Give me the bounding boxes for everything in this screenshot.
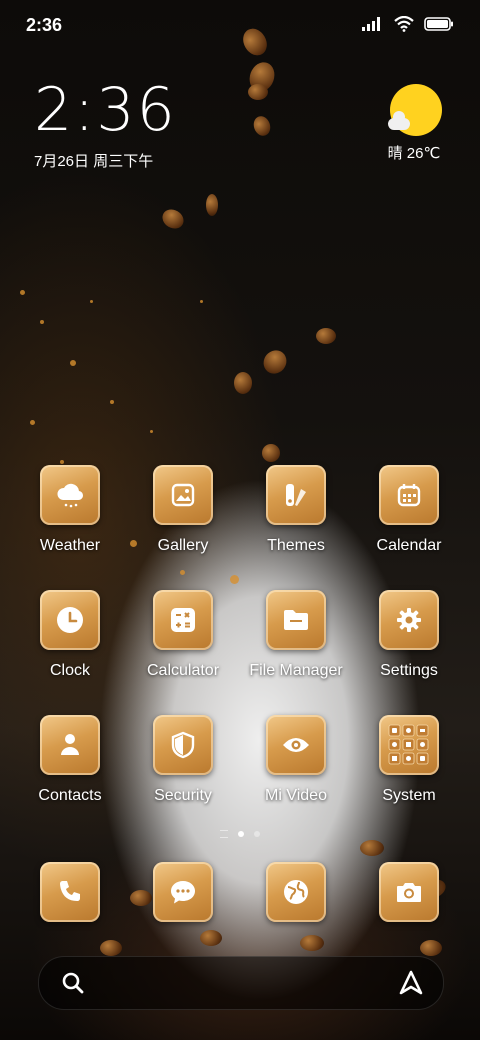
clock-widget[interactable]: 2:36 7月26日 周三下午 <box>34 78 177 171</box>
status-bar: 2:36 <box>0 0 480 50</box>
dock-camera[interactable] <box>354 862 464 922</box>
weather-widget[interactable]: 晴 26℃ <box>382 84 446 163</box>
page-dot-active <box>238 831 244 837</box>
menu-icon <box>220 830 228 838</box>
page-indicator[interactable] <box>0 830 480 838</box>
app-label: Calendar <box>376 537 442 554</box>
calculator-icon <box>153 590 213 650</box>
phone-icon <box>40 862 100 922</box>
app-system-folder[interactable]: System <box>354 715 464 805</box>
app-label: System <box>382 787 436 804</box>
app-label: Clock <box>49 662 90 679</box>
search-bar[interactable] <box>38 956 444 1010</box>
wifi-icon <box>394 16 414 32</box>
app-clock[interactable]: Clock <box>15 590 125 680</box>
contacts-icon <box>40 715 100 775</box>
app-themes[interactable]: Themes <box>241 465 351 555</box>
shield-icon <box>153 715 213 775</box>
dock-browser[interactable] <box>241 862 351 922</box>
app-label: File Manager <box>249 662 343 679</box>
folder-grid-icon <box>379 715 439 775</box>
app-label: Themes <box>267 537 325 554</box>
app-gallery[interactable]: Gallery <box>128 465 238 555</box>
weather-icon <box>40 465 100 525</box>
clock-icon <box>40 590 100 650</box>
app-label: Calculator <box>146 662 220 679</box>
folder-icon <box>266 590 326 650</box>
status-icons <box>362 16 454 32</box>
search-icon[interactable] <box>61 971 85 995</box>
gallery-icon <box>153 465 213 525</box>
app-label: Mi Video <box>265 787 327 804</box>
app-settings[interactable]: Settings <box>354 590 464 680</box>
themes-icon <box>266 465 326 525</box>
app-label: Settings <box>380 662 438 679</box>
globe-icon <box>266 862 326 922</box>
app-label: Contacts <box>38 787 102 804</box>
eye-icon <box>266 715 326 775</box>
calendar-icon <box>379 465 439 525</box>
status-time: 2:36 <box>26 15 63 35</box>
app-label: Gallery <box>157 537 209 554</box>
app-calculator[interactable]: Calculator <box>128 590 238 680</box>
app-weather[interactable]: Weather <box>15 465 125 555</box>
app-mi-video[interactable]: Mi Video <box>241 715 351 805</box>
app-label: Security <box>154 787 212 804</box>
camera-icon <box>379 862 439 922</box>
dock-messages[interactable] <box>128 862 238 922</box>
app-contacts[interactable]: Contacts <box>15 715 125 805</box>
battery-icon <box>424 17 453 31</box>
app-calendar[interactable]: Calendar <box>354 465 464 555</box>
app-label: Weather <box>39 537 101 554</box>
page-dot <box>254 831 260 837</box>
sunny-cloud-icon <box>388 84 442 136</box>
widget-time: 2:36 <box>34 75 177 145</box>
app-security[interactable]: Security <box>128 715 238 805</box>
weather-text: 晴 26℃ <box>387 145 441 162</box>
message-icon <box>153 862 213 922</box>
app-file-manager[interactable]: File Manager <box>241 590 351 680</box>
signal-icon <box>362 17 380 31</box>
widget-date: 7月26日 周三下午 <box>34 153 154 170</box>
gear-icon <box>379 590 439 650</box>
assistant-icon[interactable] <box>397 969 425 997</box>
dock-phone[interactable] <box>15 862 125 922</box>
